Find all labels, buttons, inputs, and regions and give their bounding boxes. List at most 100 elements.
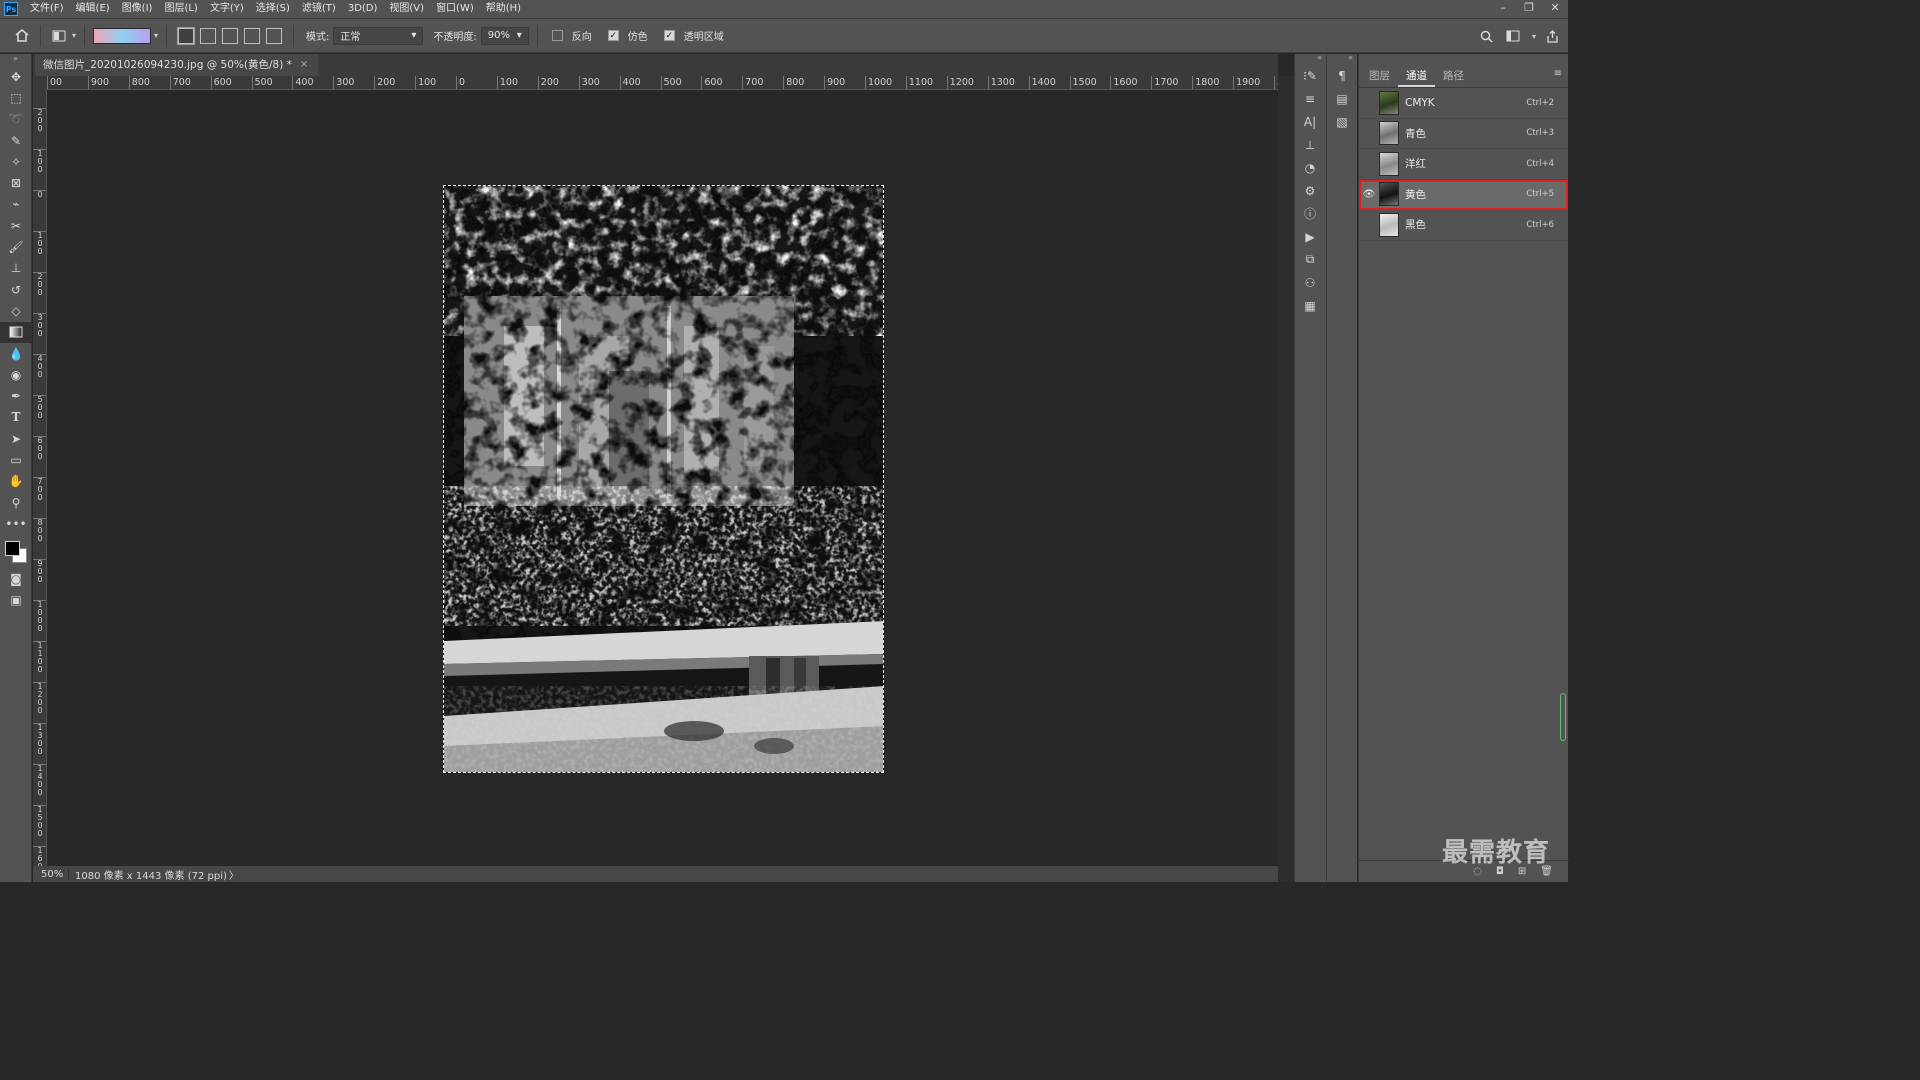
- dither-option[interactable]: ✓ 仿色: [607, 28, 652, 43]
- menu-window[interactable]: 窗口(W): [430, 0, 480, 18]
- chevron-down-icon[interactable]: ▾: [154, 31, 158, 40]
- clone-stamp-tool-icon[interactable]: ⊥: [0, 258, 32, 279]
- menu-help[interactable]: 帮助(H): [480, 0, 527, 18]
- canvas-scrollbar[interactable]: [1278, 76, 1294, 882]
- dodge-tool-icon[interactable]: ◉: [0, 364, 32, 385]
- quick-mask-icon[interactable]: ◙: [0, 569, 32, 590]
- ruler-tick-label: 0: [456, 76, 465, 89]
- foreground-color[interactable]: [5, 540, 20, 556]
- screen-mode-icon[interactable]: ▣: [0, 590, 32, 611]
- quick-selection-tool-icon[interactable]: ✎: [0, 130, 32, 151]
- chevron-down-icon[interactable]: ▾: [1532, 32, 1536, 41]
- close-tab-icon[interactable]: ×: [300, 54, 308, 76]
- document-tab[interactable]: 微信图片_20201026094230.jpg @ 50%(黄色/8) * ×: [35, 54, 319, 76]
- zoom-tool-icon[interactable]: ⚲: [0, 492, 32, 513]
- home-icon[interactable]: [12, 26, 32, 46]
- tab-layers[interactable]: 图层: [1361, 65, 1398, 87]
- paragraph-icon[interactable]: ¶: [1327, 64, 1357, 87]
- restore-button[interactable]: ❐: [1516, 0, 1542, 18]
- path-selection-tool-icon[interactable]: ➤: [0, 428, 32, 449]
- clone-source-icon[interactable]: ⊥: [1295, 133, 1325, 156]
- collapse-panels-icon[interactable]: «: [1327, 54, 1357, 64]
- angle-gradient-button[interactable]: [222, 27, 239, 44]
- dither-checkbox[interactable]: ✓: [607, 30, 619, 41]
- radial-gradient-button[interactable]: [200, 27, 217, 44]
- eye-icon[interactable]: 👁: [1359, 189, 1379, 200]
- menu-edit[interactable]: 编辑(E): [70, 0, 116, 18]
- color-swatches[interactable]: [0, 535, 32, 569]
- history-icon[interactable]: ⧉: [1295, 248, 1325, 271]
- ruler-tick-label: 900: [33, 559, 46, 584]
- collapse-toolbar-icon[interactable]: »: [0, 54, 31, 66]
- gradient-swatch[interactable]: [93, 27, 152, 44]
- shapes-icon[interactable]: ◔: [1295, 156, 1325, 179]
- actions-icon[interactable]: ▶: [1295, 225, 1325, 248]
- menu-type[interactable]: 文字(Y): [204, 0, 250, 18]
- magic-wand-tool-icon[interactable]: ✧: [0, 151, 32, 172]
- adjustments-icon[interactable]: ≡: [1295, 87, 1325, 110]
- eraser-tool-icon[interactable]: ◇: [0, 300, 32, 321]
- channel-row-cyan[interactable]: 青色 Ctrl+3: [1359, 119, 1568, 149]
- share-icon[interactable]: [1542, 26, 1562, 46]
- hand-tool-icon[interactable]: ✋: [0, 471, 32, 492]
- marquee-tool-icon[interactable]: ⬚: [0, 87, 32, 108]
- transparency-option[interactable]: ✓ 透明区域: [663, 28, 728, 43]
- search-icon[interactable]: [1477, 26, 1497, 46]
- diamond-gradient-button[interactable]: [266, 27, 283, 44]
- close-button[interactable]: ✕: [1542, 0, 1568, 18]
- menu-view[interactable]: 视图(V): [383, 0, 430, 18]
- workspace-icon[interactable]: [1503, 26, 1523, 46]
- rectangle-tool-icon[interactable]: ▭: [0, 449, 32, 470]
- type-tool-icon[interactable]: T: [0, 407, 32, 428]
- more-tools-icon[interactable]: •••: [0, 513, 32, 534]
- frame-tool-icon[interactable]: ⊠: [0, 172, 32, 193]
- gradient-tool-preset-icon[interactable]: [49, 26, 69, 46]
- status-menu-arrow[interactable]: 〉: [229, 867, 239, 882]
- horizontal-ruler[interactable]: 00 900 800 700 600 500 400 300 200 100 0 100 200 300 4…: [47, 76, 1278, 90]
- lasso-tool-icon[interactable]: ➰: [0, 109, 32, 130]
- menu-select[interactable]: 选择(S): [250, 0, 296, 18]
- zoom-level[interactable]: 50%: [33, 868, 69, 880]
- collapse-panels-icon[interactable]: «: [1295, 54, 1326, 64]
- tab-channels[interactable]: 通道: [1398, 65, 1435, 87]
- eyedropper-tool-icon[interactable]: ⌁: [0, 194, 32, 215]
- character-icon[interactable]: A|: [1295, 110, 1325, 133]
- gradient-tool-icon[interactable]: [0, 321, 32, 343]
- reverse-option[interactable]: 反向: [551, 28, 596, 43]
- opacity-input[interactable]: 90% ▾: [480, 26, 529, 45]
- panel-menu-icon[interactable]: ≡: [1554, 68, 1562, 79]
- pen-tool-icon[interactable]: ✒: [0, 385, 32, 406]
- blur-tool-icon[interactable]: 💧: [0, 343, 32, 364]
- panel-scroll-indicator[interactable]: [1560, 693, 1566, 741]
- brush-settings-icon[interactable]: ⁝✎: [1295, 64, 1325, 87]
- menu-3d[interactable]: 3D(D): [342, 0, 384, 18]
- menu-filter[interactable]: 滤镜(T): [296, 0, 342, 18]
- mode-dropdown[interactable]: 正常 ▾: [333, 26, 424, 45]
- channel-row-magenta[interactable]: 洋红 Ctrl+4: [1359, 149, 1568, 180]
- brush-tool-icon[interactable]: 🖌: [0, 236, 32, 257]
- channel-row-black[interactable]: 黑色 Ctrl+6: [1359, 210, 1568, 241]
- properties-icon[interactable]: ⚙: [1295, 179, 1325, 202]
- menu-file[interactable]: 文件(F): [24, 0, 70, 18]
- history-brush-tool-icon[interactable]: ↺: [0, 279, 32, 300]
- menu-layer[interactable]: 图层(L): [158, 0, 203, 18]
- reflected-gradient-button[interactable]: [244, 27, 261, 44]
- menu-image[interactable]: 图像(I): [116, 0, 159, 18]
- color-icon[interactable]: ⚇: [1295, 271, 1325, 294]
- spot-healing-tool-icon[interactable]: ✂: [0, 215, 32, 236]
- reverse-checkbox[interactable]: [551, 30, 563, 41]
- move-tool-icon[interactable]: ✥: [0, 66, 32, 87]
- tab-paths[interactable]: 路径: [1435, 65, 1472, 87]
- linear-gradient-button[interactable]: [177, 26, 196, 45]
- vertical-ruler[interactable]: 2001000100200300400500600700800900100011…: [33, 90, 47, 866]
- swatches-icon[interactable]: ▦: [1295, 294, 1325, 317]
- channel-row-cmyk[interactable]: CMYK Ctrl+2: [1359, 88, 1568, 119]
- channel-image[interactable]: [443, 185, 884, 773]
- libraries-icon[interactable]: ▤: [1327, 87, 1357, 110]
- notes-icon[interactable]: ▧: [1327, 110, 1357, 133]
- transparency-checkbox[interactable]: ✓: [663, 30, 675, 41]
- minimize-button[interactable]: –: [1490, 0, 1516, 18]
- chevron-down-icon[interactable]: ▾: [72, 31, 76, 40]
- info-icon[interactable]: ⓘ: [1295, 202, 1325, 225]
- channel-row-yellow[interactable]: 👁 黄色 Ctrl+5: [1359, 179, 1568, 210]
